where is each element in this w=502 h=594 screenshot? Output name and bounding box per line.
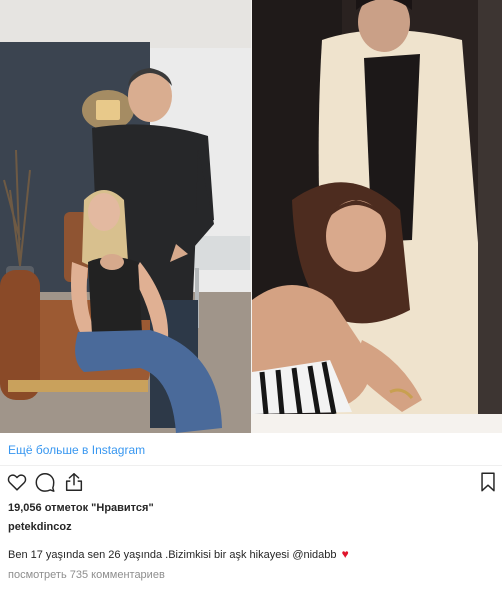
view-comments-link[interactable]: посмотреть 735 комментариев [8,569,165,581]
share-upload-icon[interactable] [63,471,87,495]
bookmark-icon[interactable] [477,471,501,495]
instagram-embed-post: Ещё больше в Instagram 19,056 отметок "Н [0,0,502,594]
see-more-row: Ещё больше в Instagram [0,433,502,466]
post-photo[interactable] [0,0,502,433]
post-actions [0,471,502,499]
heart-outline-icon[interactable] [6,471,30,495]
photo-right-vintage-couple [252,0,502,433]
comment-bubble-icon[interactable] [34,471,58,495]
living-room-illustration [0,0,252,433]
post-caption: Ben 17 yaşında sen 26 yaşında .Bizimkisi… [8,547,349,561]
vintage-portrait-illustration [252,0,502,433]
post-username[interactable]: petekdincoz [8,521,72,533]
photo-left-couple-living-room [0,0,252,433]
see-more-instagram-link[interactable]: Ещё больше в Instagram [8,443,145,457]
likes-count[interactable]: 19,056 отметок "Нравится" [8,502,154,514]
caption-text: Ben 17 yaşında sen 26 yaşında .Bizimkisi… [8,549,290,561]
red-heart-emoji-icon: ♥ [341,547,349,561]
caption-mention-link[interactable]: @nidabb [292,549,336,561]
